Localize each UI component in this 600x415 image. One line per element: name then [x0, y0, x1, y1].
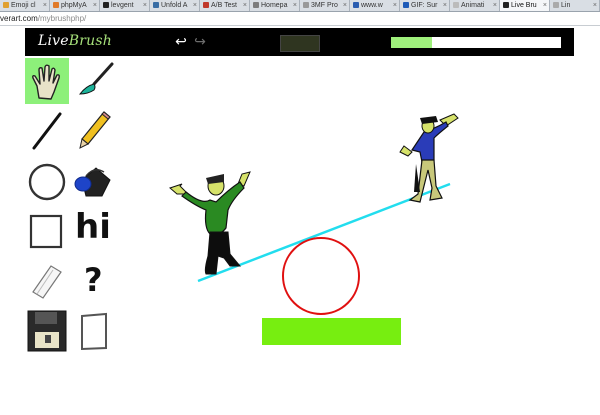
browser-tab-strip: Emoji cl × phpMyA × levgent × Unfold A × A/B Tes…: [0, 0, 600, 12]
pencil-tool-button[interactable]: [72, 108, 116, 154]
brush-tool-button[interactable]: [72, 58, 116, 104]
eraser-icon: [32, 265, 62, 299]
eraser-tool-button[interactable]: [25, 258, 69, 304]
tab-label: phpMyA: [61, 2, 87, 9]
tab-label: www.w: [361, 2, 383, 9]
tab-label: Live Bru: [511, 2, 537, 9]
line-icon: [32, 112, 62, 150]
livebrush-logo: LiveBrush: [38, 33, 112, 49]
browser-tab[interactable]: levgent ×: [100, 0, 150, 11]
tab-favicon-icon: [3, 2, 9, 8]
hand-tool-button[interactable]: [25, 58, 69, 104]
square-icon: [29, 214, 63, 249]
hand-icon: [32, 64, 60, 100]
circle-icon: [28, 163, 66, 201]
line-tool-button[interactable]: [25, 108, 69, 154]
tab-favicon-icon: [203, 2, 209, 8]
progress-bar-fill: [391, 37, 432, 48]
app-header: LiveBrush ↩ ↪: [25, 28, 574, 56]
fill-tool-button[interactable]: [72, 158, 116, 204]
url-text[interactable]: verart.com/mybrushphp/: [0, 12, 86, 25]
current-color-swatch[interactable]: [280, 35, 320, 52]
tab-favicon-icon: [103, 2, 109, 8]
tab-close-icon[interactable]: ×: [543, 0, 547, 11]
tab-favicon-icon: [403, 2, 409, 8]
tab-label: Unfold A: [161, 2, 188, 9]
tab-label: GIF: Sur: [411, 2, 438, 9]
tab-favicon-icon: [503, 2, 509, 8]
tab-label: Emoji cl: [11, 2, 36, 9]
tab-close-icon[interactable]: ×: [493, 0, 497, 11]
tab-favicon-icon: [353, 2, 359, 8]
tab-label: levgent: [111, 2, 134, 9]
tab-favicon-icon: [553, 2, 559, 8]
browser-tab[interactable]: 3MF Pro ×: [300, 0, 350, 11]
browser-tab[interactable]: Lin ×: [550, 0, 600, 11]
tab-favicon-icon: [303, 2, 309, 8]
tab-close-icon[interactable]: ×: [193, 0, 197, 11]
tab-label: 3MF Pro: [311, 2, 338, 9]
tab-close-icon[interactable]: ×: [243, 0, 247, 11]
save-button[interactable]: [25, 308, 69, 354]
tab-close-icon[interactable]: ×: [443, 0, 447, 11]
right-figure: [399, 113, 459, 203]
url-path: /mybrushphp/: [37, 14, 87, 23]
tab-label: Homepa: [261, 2, 288, 9]
browser-tab[interactable]: www.w ×: [350, 0, 400, 11]
tab-label: Animati: [461, 2, 485, 9]
text-tool-button[interactable]: hi: [72, 207, 116, 254]
drawing-canvas[interactable]: [120, 60, 600, 410]
tab-favicon-icon: [453, 2, 459, 8]
paint-bucket-icon: [74, 167, 111, 197]
undo-button[interactable]: ↩: [173, 31, 189, 51]
tab-close-icon[interactable]: ×: [343, 0, 347, 11]
tab-favicon-icon: [53, 2, 59, 8]
browser-tab[interactable]: Unfold A ×: [150, 0, 200, 11]
redo-button[interactable]: ↪: [192, 31, 208, 51]
tab-label: A/B Test: [211, 2, 237, 9]
blank-page-icon: [81, 312, 107, 351]
browser-tab[interactable]: Emoji cl ×: [0, 0, 50, 11]
browser-tab[interactable]: phpMyA ×: [50, 0, 100, 11]
tab-close-icon[interactable]: ×: [593, 0, 597, 11]
tab-close-icon[interactable]: ×: [93, 0, 97, 11]
tab-close-icon[interactable]: ×: [43, 0, 47, 11]
rectangle-tool-button[interactable]: [25, 208, 69, 254]
canvas-drawing: [169, 113, 459, 345]
pencil-icon: [79, 111, 111, 149]
tab-favicon-icon: [153, 2, 159, 8]
browser-tab[interactable]: Homepa ×: [250, 0, 300, 11]
tab-close-icon[interactable]: ×: [393, 0, 397, 11]
tab-close-icon[interactable]: ×: [143, 0, 147, 11]
browser-tab[interactable]: Live Bru ×: [500, 0, 550, 11]
browser-tab[interactable]: Animati ×: [450, 0, 500, 11]
new-page-button[interactable]: [72, 308, 116, 354]
left-figure: [169, 171, 251, 275]
browser-tab[interactable]: GIF: Sur ×: [400, 0, 450, 11]
redo-icon: ↪: [194, 33, 206, 49]
base-rectangle: [262, 318, 401, 345]
undo-icon: ↩: [175, 33, 187, 49]
url-host: verart.com: [0, 14, 38, 23]
text-tool-label: hi: [75, 207, 111, 247]
floppy-disk-icon: [27, 310, 67, 352]
fulcrum-circle: [282, 237, 360, 315]
progress-bar: [391, 37, 561, 48]
address-bar[interactable]: verart.com/mybrushphp/: [0, 12, 600, 26]
tab-close-icon[interactable]: ×: [293, 0, 297, 11]
tab-favicon-icon: [253, 2, 259, 8]
question-mark-icon: ?: [84, 261, 103, 299]
paintbrush-icon: [78, 62, 114, 95]
tab-label: Lin: [561, 2, 571, 9]
browser-tab[interactable]: A/B Test ×: [200, 0, 250, 11]
help-button[interactable]: ?: [72, 258, 116, 304]
circle-tool-button[interactable]: [25, 158, 69, 204]
